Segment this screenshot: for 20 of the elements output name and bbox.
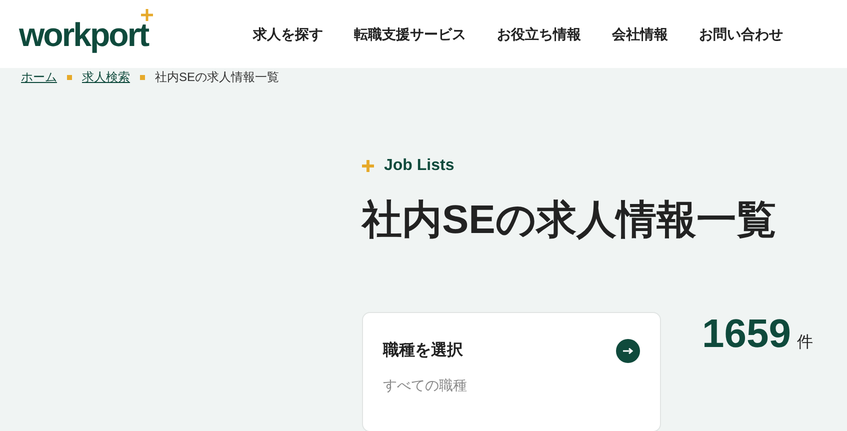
separator-icon [140, 74, 145, 80]
breadcrumb-current: 社内SEの求人情報一覧 [155, 69, 280, 86]
result-count: 1659 [702, 314, 791, 354]
nav-link[interactable]: お役立ち情報 [497, 24, 581, 44]
nav-link[interactable]: 転職支援サービス [354, 24, 466, 44]
nav-link[interactable]: お問い合わせ [699, 24, 783, 44]
plus-icon [362, 160, 374, 172]
filter-value: すべての職種 [383, 376, 468, 395]
filter-label: 職種を選択 [383, 340, 463, 361]
page-title: 社内SEの求人情報一覧 [362, 197, 778, 244]
breadcrumb-link[interactable]: ホーム [21, 68, 57, 86]
nav-link[interactable]: 求人を探す [253, 24, 323, 44]
breadcrumb-link[interactable]: 求人検索 [82, 68, 130, 86]
count-unit: 件 [796, 333, 813, 353]
nav-link[interactable]: 会社情報 [612, 24, 668, 44]
separator-icon [67, 74, 72, 80]
eyebrow-label: Job Lists [384, 156, 454, 176]
logo[interactable]: workport [19, 18, 148, 50]
plus-icon [141, 8, 153, 20]
filter-card[interactable]: 職種を選択 すべての職種 [362, 312, 661, 431]
